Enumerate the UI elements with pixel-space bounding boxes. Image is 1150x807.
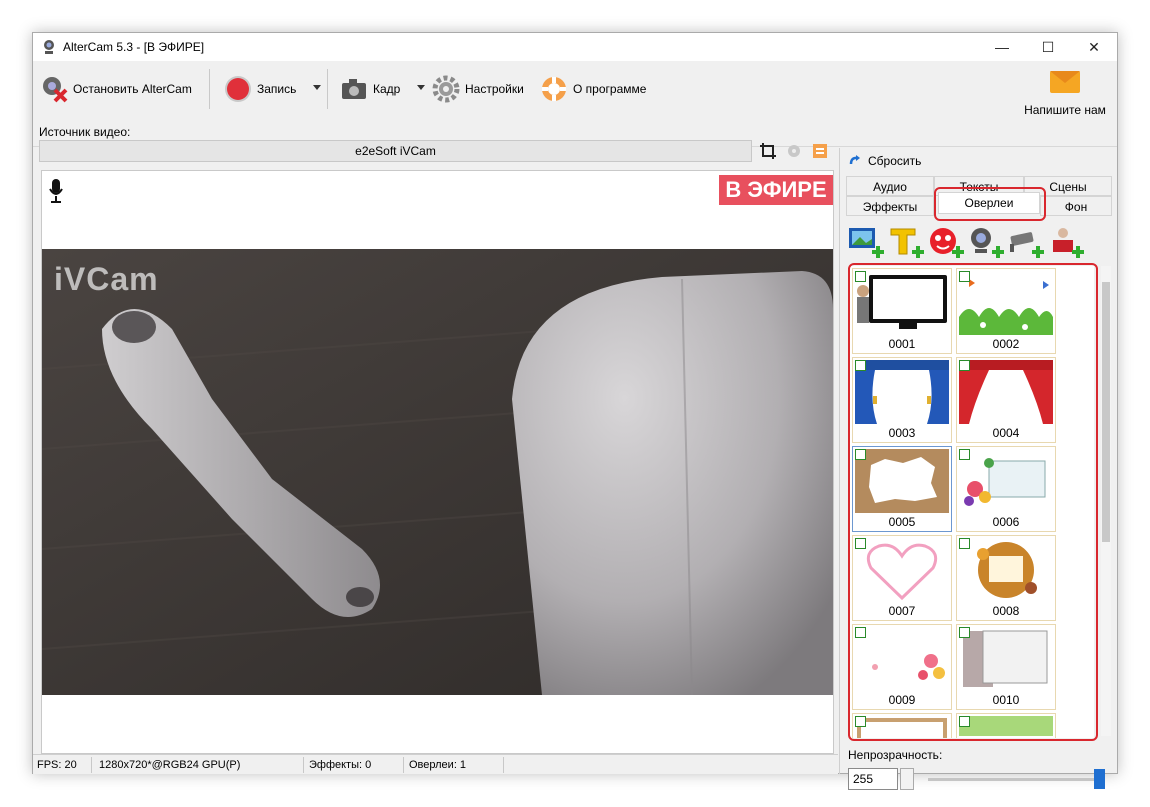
effects-panel: Сбросить Аудио Тексты Сцены Эффекты Овер… <box>839 148 1117 790</box>
add-person-overlay-button[interactable] <box>1048 226 1084 258</box>
scrollbar-thumb[interactable] <box>1102 282 1110 542</box>
plus-icon <box>1072 246 1084 258</box>
source-gear-icon <box>788 145 800 157</box>
record-button[interactable]: Запись <box>223 71 296 107</box>
about-label: О программе <box>573 82 647 96</box>
frame-button[interactable]: Кадр <box>339 71 400 107</box>
add-ipcam-overlay-button[interactable] <box>1008 226 1044 258</box>
add-webcam-overlay-button[interactable] <box>968 226 1004 258</box>
opacity-label: Непрозрачность: <box>848 748 943 762</box>
crop-button[interactable] <box>757 140 779 162</box>
overlays-scrollbar[interactable] <box>1101 266 1111 736</box>
title-bar: AlterCam 5.3 - [В ЭФИРЕ] — ☐ ✕ <box>33 33 1117 61</box>
write-us-button[interactable]: Напишите нам <box>1021 71 1109 131</box>
toolbar: Остановить AlterCam Запись Кадр Настройк… <box>33 61 1117 147</box>
minimize-button[interactable]: — <box>979 33 1025 61</box>
toolbar-divider <box>209 69 210 109</box>
overlays-count: Оверлеи: 1 <box>409 759 467 771</box>
settings-button[interactable]: Настройки <box>431 71 524 107</box>
app-window: AlterCam 5.3 - [В ЭФИРЕ] — ☐ ✕ Остановит… <box>32 32 1118 790</box>
plus-icon <box>1032 246 1044 258</box>
write-us-label: Напишите нам <box>1024 103 1106 117</box>
video-source-select[interactable]: e2eSoft iVCam <box>39 140 752 162</box>
effects-count: Эффекты: 0 <box>309 759 372 771</box>
add-image-overlay-button[interactable] <box>848 226 884 258</box>
lifebuoy-icon <box>542 77 566 101</box>
on-air-badge: В ЭФИРЕ <box>719 175 833 205</box>
gear-icon <box>432 75 460 103</box>
record-icon <box>225 76 251 102</box>
plus-icon <box>952 246 964 258</box>
camera-icon <box>342 79 366 99</box>
refresh-source-button[interactable] <box>809 140 831 162</box>
opacity-spinner[interactable] <box>900 768 914 790</box>
frame-dropdown-icon[interactable] <box>417 85 425 90</box>
overlays-grid-highlight <box>848 263 1098 741</box>
close-button[interactable]: ✕ <box>1071 33 1117 61</box>
stop-webcam-icon <box>43 77 68 103</box>
add-face-overlay-button[interactable] <box>928 226 964 258</box>
camera-feed: iVCam <box>42 249 833 695</box>
fps-readout: FPS: 20 <box>37 759 77 771</box>
stop-label: Остановить AlterCam <box>73 82 192 96</box>
tab-effects[interactable]: Эффекты <box>846 196 934 216</box>
frame-label: Кадр <box>373 82 401 96</box>
undo-arrow-icon <box>849 155 860 165</box>
plus-icon <box>912 246 924 258</box>
plus-icon <box>992 246 1004 258</box>
toolbar-divider <box>327 69 328 109</box>
plus-icon <box>872 246 884 258</box>
record-dropdown-icon[interactable] <box>313 85 321 90</box>
tab-audio[interactable]: Аудио <box>846 176 934 196</box>
video-preview[interactable]: В ЭФИРЕ iVCam <box>41 170 834 754</box>
microphone-icon[interactable] <box>48 177 64 205</box>
window-title: AlterCam 5.3 - [В ЭФИРЕ] <box>63 40 205 54</box>
opacity-slider-handle[interactable] <box>1094 769 1105 789</box>
overlays-tab-highlight <box>934 187 1046 221</box>
status-bar: FPS: 20 1280x720*@RGB24 GPU(P) Эффекты: … <box>33 754 838 774</box>
webcam-app-icon <box>44 40 54 54</box>
stop-altercam-button[interactable]: Остановить AlterCam <box>39 71 192 107</box>
crop-icon <box>760 143 776 159</box>
maximize-button[interactable]: ☐ <box>1025 33 1071 61</box>
overlay-add-toolbar <box>848 226 1110 262</box>
about-button[interactable]: О программе <box>539 71 646 107</box>
ivcam-watermark: iVCam <box>54 261 159 297</box>
opacity-input[interactable]: 255 <box>848 768 898 790</box>
reset-label: Сбросить <box>868 154 922 168</box>
source-settings-button[interactable] <box>783 140 805 162</box>
video-source-label: Источник видео: <box>39 125 131 139</box>
opacity-slider[interactable] <box>928 778 1104 781</box>
record-label: Запись <box>257 82 297 96</box>
settings-label: Настройки <box>465 82 524 96</box>
earbuds-image <box>42 249 833 695</box>
refresh-icon <box>813 144 827 158</box>
envelope-icon <box>1050 71 1080 93</box>
tab-background[interactable]: Фон <box>1040 196 1112 216</box>
format-readout: 1280x720*@RGB24 GPU(P) <box>99 759 241 771</box>
reset-button[interactable]: Сбросить <box>848 154 921 168</box>
add-text-overlay-button[interactable] <box>888 226 924 258</box>
